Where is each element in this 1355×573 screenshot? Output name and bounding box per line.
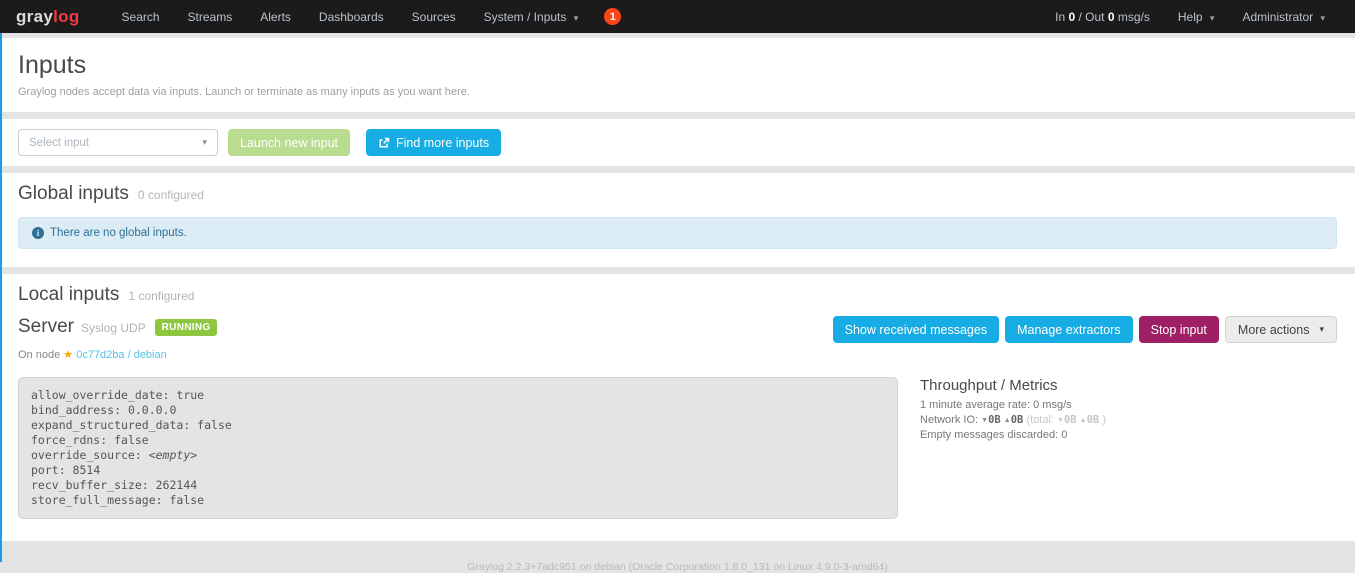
nav-item-alerts[interactable]: Alerts [246,10,305,24]
network-io-total-down: 0B [1064,414,1077,426]
nav-item-system-inputs[interactable]: System / Inputs ▾ [470,10,593,24]
show-received-messages-button[interactable]: Show received messages [833,316,999,343]
version-footer: Graylog 2.2.3+7adc951 on debian (Oracle … [0,548,1355,573]
stop-input-button[interactable]: Stop input [1139,316,1219,343]
caret-down-icon: ▾ [1319,324,1324,335]
nav-item-help[interactable]: Help ▾ [1164,10,1229,24]
select-input-placeholder: Select input [29,137,89,149]
network-io-line: Network IO: ▼0B ▲0B (total: ▼0B ▲0B ) [920,414,1106,426]
input-row-header: Server Syslog UDP RUNNING Show received … [18,316,1337,343]
upload-arrow-icon: ▲ [1080,417,1087,424]
notification-badge[interactable]: 1 [604,8,621,25]
graylog-logo[interactable]: graylog [16,7,80,27]
input-action-buttons: Show received messages Manage extractors… [833,316,1337,343]
global-inputs-count: 0 configured [138,188,204,202]
network-io-up: 0B [1011,414,1024,426]
page-title: Inputs [18,51,1337,80]
config-line: bind_address: 0.0.0.0 [31,403,885,418]
more-actions-button[interactable]: More actions ▾ [1225,316,1337,343]
local-inputs-count: 1 configured [128,289,194,303]
config-line: override_source: <empty> [31,448,885,463]
config-line: port: 8514 [31,463,885,478]
page-header-section: Inputs Graylog nodes accept data via inp… [0,38,1355,112]
nav-item-sources[interactable]: Sources [398,10,470,24]
select-input-dropdown[interactable]: Select input ▾ [18,129,218,156]
upload-arrow-icon: ▲ [1004,417,1011,424]
nav-item-help-label: Help [1178,10,1203,24]
empty-messages-line: Empty messages discarded: 0 [920,429,1106,441]
config-line: store_full_message: false [31,493,885,508]
config-line: recv_buffer_size: 262144 [31,478,885,493]
node-link[interactable]: 0c77d2ba / debian [76,349,167,361]
no-global-inputs-alert: i There are no global inputs. [18,217,1337,249]
local-inputs-section: Local inputs 1 configured Server Syslog … [0,274,1355,541]
find-more-inputs-label: Find more inputs [396,136,489,150]
network-io-down: 0B [988,414,1001,426]
page-subtitle: Graylog nodes accept data via inputs. La… [18,86,1337,98]
input-name: Server [18,316,74,338]
throughput-indicator[interactable]: In 0 / Out 0 msg/s [1041,10,1164,24]
manage-extractors-button[interactable]: Manage extractors [1005,316,1133,343]
no-global-inputs-message: There are no global inputs. [50,227,187,239]
out-rate-value: 0 [1108,10,1115,24]
external-link-icon [378,137,390,149]
master-node-star-icon: ★ [63,349,73,361]
caret-down-icon: ▾ [1210,13,1215,23]
config-line: force_rdns: false [31,433,885,448]
top-navbar: graylog Search Streams Alerts Dashboards… [0,0,1355,33]
info-icon: i [32,227,44,239]
nav-item-dashboards[interactable]: Dashboards [305,10,398,24]
local-inputs-title: Local inputs [18,284,119,306]
download-arrow-icon: ▼ [1057,417,1064,424]
caret-down-icon: ▾ [1320,13,1325,23]
average-rate-line: 1 minute average rate: 0 msg/s [920,399,1106,411]
download-arrow-icon: ▼ [981,417,988,424]
window-edge-strip [0,33,2,562]
caret-down-icon: ▾ [574,13,579,23]
global-inputs-title: Global inputs [18,183,129,205]
caret-down-icon: ▾ [202,137,207,148]
input-configuration: allow_override_date: truebind_address: 0… [18,377,898,519]
nav-item-system-inputs-label: System / Inputs [484,10,567,24]
network-io-total: (total: ▼0B ▲0B ) [1026,414,1106,426]
nav-item-streams[interactable]: Streams [174,10,247,24]
config-line: allow_override_date: true [31,388,885,403]
find-more-inputs-button[interactable]: Find more inputs [366,129,501,156]
logo-text-gray: gray [16,7,53,26]
throughput-metrics: Throughput / Metrics 1 minute average ra… [920,377,1106,441]
more-actions-label: More actions [1238,323,1310,337]
running-status-badge: RUNNING [155,319,218,336]
user-name-label: Administrator [1242,10,1313,24]
input-type-label: Syslog UDP [81,321,146,335]
on-node-row: On node ★ 0c77d2ba / debian [18,348,1337,361]
logo-text-log: log [53,7,79,26]
on-node-label: On node [18,349,63,361]
network-io-total-up: 0B [1087,414,1100,426]
nav-item-search[interactable]: Search [108,10,174,24]
throughput-metrics-title: Throughput / Metrics [920,377,1106,394]
launch-new-input-button[interactable]: Launch new input [228,129,350,156]
global-inputs-section: Global inputs 0 configured i There are n… [0,173,1355,267]
config-line: expand_structured_data: false [31,418,885,433]
nav-item-user-menu[interactable]: Administrator ▾ [1228,10,1339,24]
input-launcher-section: Select input ▾ Launch new input Find mor… [0,119,1355,166]
